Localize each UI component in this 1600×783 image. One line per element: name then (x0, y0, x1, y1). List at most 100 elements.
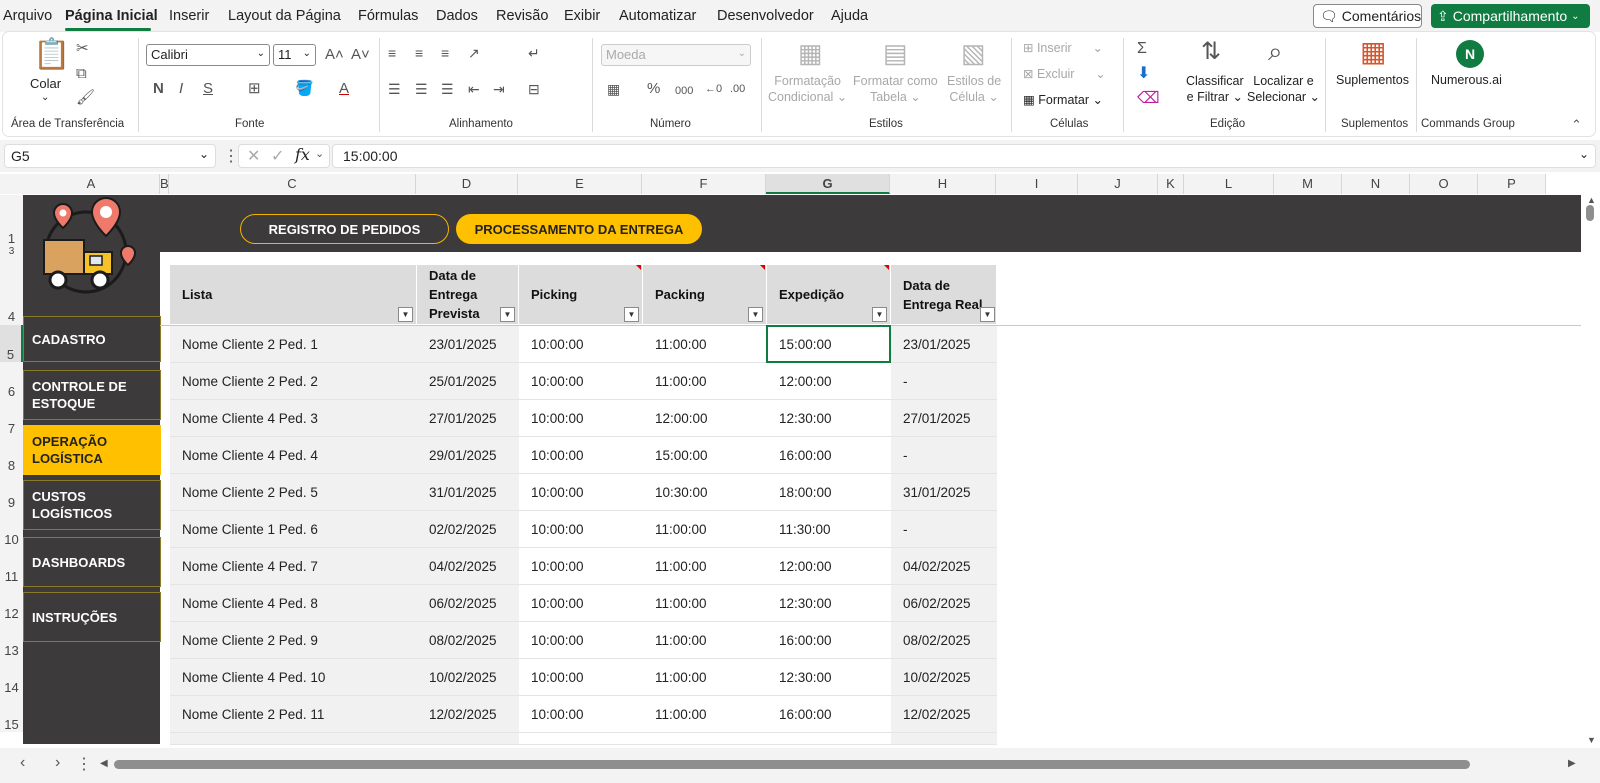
column-header-h[interactable]: H (890, 174, 996, 194)
numerous-button[interactable]: Numerous.ai (1431, 73, 1502, 87)
align-top-icon[interactable]: ≡ (388, 44, 396, 62)
cell-packing[interactable]: 11:00:00 (643, 363, 767, 400)
decrease-font-icon[interactable]: A˅ (351, 46, 370, 64)
more-options-icon[interactable]: ⋮ (223, 146, 239, 166)
borders-icon[interactable]: ⊞ (248, 80, 261, 98)
vertical-scroll-thumb[interactable] (1586, 205, 1594, 221)
cell-data-prevista[interactable]: 27/01/2025 (417, 400, 519, 437)
cell-picking[interactable]: 10:00:00 (519, 548, 643, 585)
cell-data-real[interactable]: 08/02/2025 (891, 622, 997, 659)
column-header-a[interactable]: A (23, 174, 160, 194)
cell-picking[interactable]: 10:00:00 (519, 326, 643, 363)
bold-icon[interactable]: N (153, 80, 164, 98)
cell-data-real[interactable]: 04/02/2025 (891, 548, 997, 585)
increase-font-icon[interactable]: A˄ (325, 46, 344, 64)
cell-packing[interactable]: 12:00:00 (643, 400, 767, 437)
decrease-indent-icon[interactable]: ⇤ (468, 80, 480, 98)
cell-lista[interactable]: Nome Cliente 2 Ped. 5 (170, 474, 417, 511)
column-header-p[interactable]: P (1478, 174, 1546, 194)
cell-packing[interactable]: 15:00:00 (643, 437, 767, 474)
enter-icon[interactable]: ✓ (271, 146, 284, 166)
sort-filter-icon[interactable]: ⇅ (1201, 40, 1221, 64)
cell-data-real[interactable]: 10/02/2025 (891, 659, 997, 696)
menu-layout[interactable]: Layout da Página (228, 8, 341, 24)
delete-cells-button[interactable]: ⊠ Excluir ⌄ (1023, 66, 1106, 81)
addins-icon[interactable]: ▦ (1360, 38, 1386, 66)
filter-dropdown-icon[interactable]: ▼ (872, 307, 887, 322)
menu-arquivo[interactable]: Arquivo (3, 8, 52, 24)
cell-packing[interactable]: 10:30:00 (643, 474, 767, 511)
align-right-icon[interactable]: ☰ (441, 80, 454, 98)
table-cell-empty[interactable] (767, 733, 891, 745)
paste-button[interactable]: Colar (30, 76, 61, 91)
conditional-format-button[interactable]: Formatação Condicional ⌄ (768, 73, 847, 105)
accounting-format-icon[interactable]: ▦ (607, 80, 620, 98)
cell-expedicao[interactable]: 12:30:00 (767, 659, 891, 696)
cell-picking[interactable]: 10:00:00 (519, 363, 643, 400)
row-header-9[interactable]: 9 (0, 473, 23, 510)
nav-operacao-logistica[interactable]: OPERAÇÃO LOGÍSTICA (23, 425, 161, 475)
row-header-7[interactable]: 7 (0, 399, 23, 436)
cell-lista[interactable]: Nome Cliente 2 Ped. 11 (170, 696, 417, 733)
align-bottom-icon[interactable]: ≡ (441, 44, 449, 62)
italic-icon[interactable]: I (179, 80, 183, 98)
cell-data-real[interactable]: 06/02/2025 (891, 585, 997, 622)
column-header-c[interactable]: C (169, 174, 416, 194)
nav-instrucoes[interactable]: INSTRUÇÕES (23, 592, 161, 642)
column-header-i[interactable]: I (996, 174, 1078, 194)
cell-packing[interactable]: 11:00:00 (643, 326, 767, 363)
menu-pagina-inicial[interactable]: Página Inicial (65, 8, 158, 24)
name-box[interactable]: G5 ⌄ (4, 144, 216, 168)
column-header-j[interactable]: J (1078, 174, 1158, 194)
fill-color-icon[interactable]: 🪣 (295, 80, 314, 98)
cell-data-prevista[interactable]: 10/02/2025 (417, 659, 519, 696)
search-icon[interactable]: ⌕ (1268, 38, 1283, 64)
format-painter-icon[interactable]: 🖌 (76, 89, 95, 107)
cell-expedicao[interactable]: 12:30:00 (767, 585, 891, 622)
align-center-icon[interactable]: ☰ (415, 80, 428, 98)
percent-icon[interactable]: % (647, 80, 660, 98)
cancel-icon[interactable]: ✕ (247, 146, 260, 166)
font-name-select[interactable]: Calibri ⌄ (146, 44, 270, 66)
cell-packing[interactable]: 11:00:00 (643, 696, 767, 733)
share-button[interactable]: ⇪ Compartilhamento ⌄ (1431, 4, 1590, 28)
column-header-e[interactable]: E (518, 174, 642, 194)
row-header-6[interactable]: 6 (0, 362, 23, 399)
sheet-options-icon[interactable]: ⋮ (76, 754, 92, 774)
cell-data-prevista[interactable]: 29/01/2025 (417, 437, 519, 474)
autosum-icon[interactable]: Σ (1137, 40, 1147, 58)
scroll-left-icon[interactable]: ◀ (100, 758, 108, 769)
filter-dropdown-icon[interactable]: ▼ (980, 307, 995, 322)
cell-picking[interactable]: 10:00:00 (519, 622, 643, 659)
clear-icon[interactable]: ⌫ (1137, 90, 1160, 108)
table-cell-empty[interactable] (643, 733, 767, 745)
merge-center-icon[interactable]: ⊟ (528, 80, 540, 98)
paste-icon[interactable]: 📋 (33, 40, 70, 70)
cell-packing[interactable]: 11:00:00 (643, 548, 767, 585)
cell-expedicao[interactable]: 11:30:00 (767, 511, 891, 548)
tab-registro-pedidos[interactable]: REGISTRO DE PEDIDOS (240, 214, 449, 244)
scroll-up-icon[interactable]: ▲ (1587, 195, 1596, 205)
vertical-scrollbar[interactable]: ▲ ▼ (1581, 195, 1600, 748)
cell-data-prevista[interactable]: 04/02/2025 (417, 548, 519, 585)
underline-icon[interactable]: S (203, 80, 213, 98)
cell-picking[interactable]: 10:00:00 (519, 400, 643, 437)
filter-dropdown-icon[interactable]: ▼ (500, 307, 515, 322)
row-header-15[interactable]: 15 (0, 695, 23, 732)
cell-picking[interactable]: 10:00:00 (519, 511, 643, 548)
column-header-o[interactable]: O (1410, 174, 1478, 194)
copy-icon[interactable]: ⧉ (76, 65, 87, 83)
filter-dropdown-icon[interactable]: ▼ (748, 307, 763, 322)
cell-styles-icon[interactable]: ▧ (961, 40, 986, 66)
menu-revisao[interactable]: Revisão (496, 8, 548, 24)
row-header-5[interactable]: 5 (0, 325, 23, 362)
cell-data-real[interactable]: 12/02/2025 (891, 696, 997, 733)
cell-picking[interactable]: 10:00:00 (519, 659, 643, 696)
nav-custos-logisticos[interactable]: CUSTOS LOGÍSTICOS (23, 480, 161, 530)
number-format-select[interactable]: Moeda ⌄ (601, 44, 751, 66)
format-table-button[interactable]: Formatar como Tabela ⌄ (853, 73, 938, 105)
cell-data-real[interactable]: - (891, 511, 997, 548)
cell-picking[interactable]: 10:00:00 (519, 437, 643, 474)
column-header-b[interactable]: B (160, 174, 169, 194)
row-header-1[interactable]: 1 (0, 195, 23, 248)
